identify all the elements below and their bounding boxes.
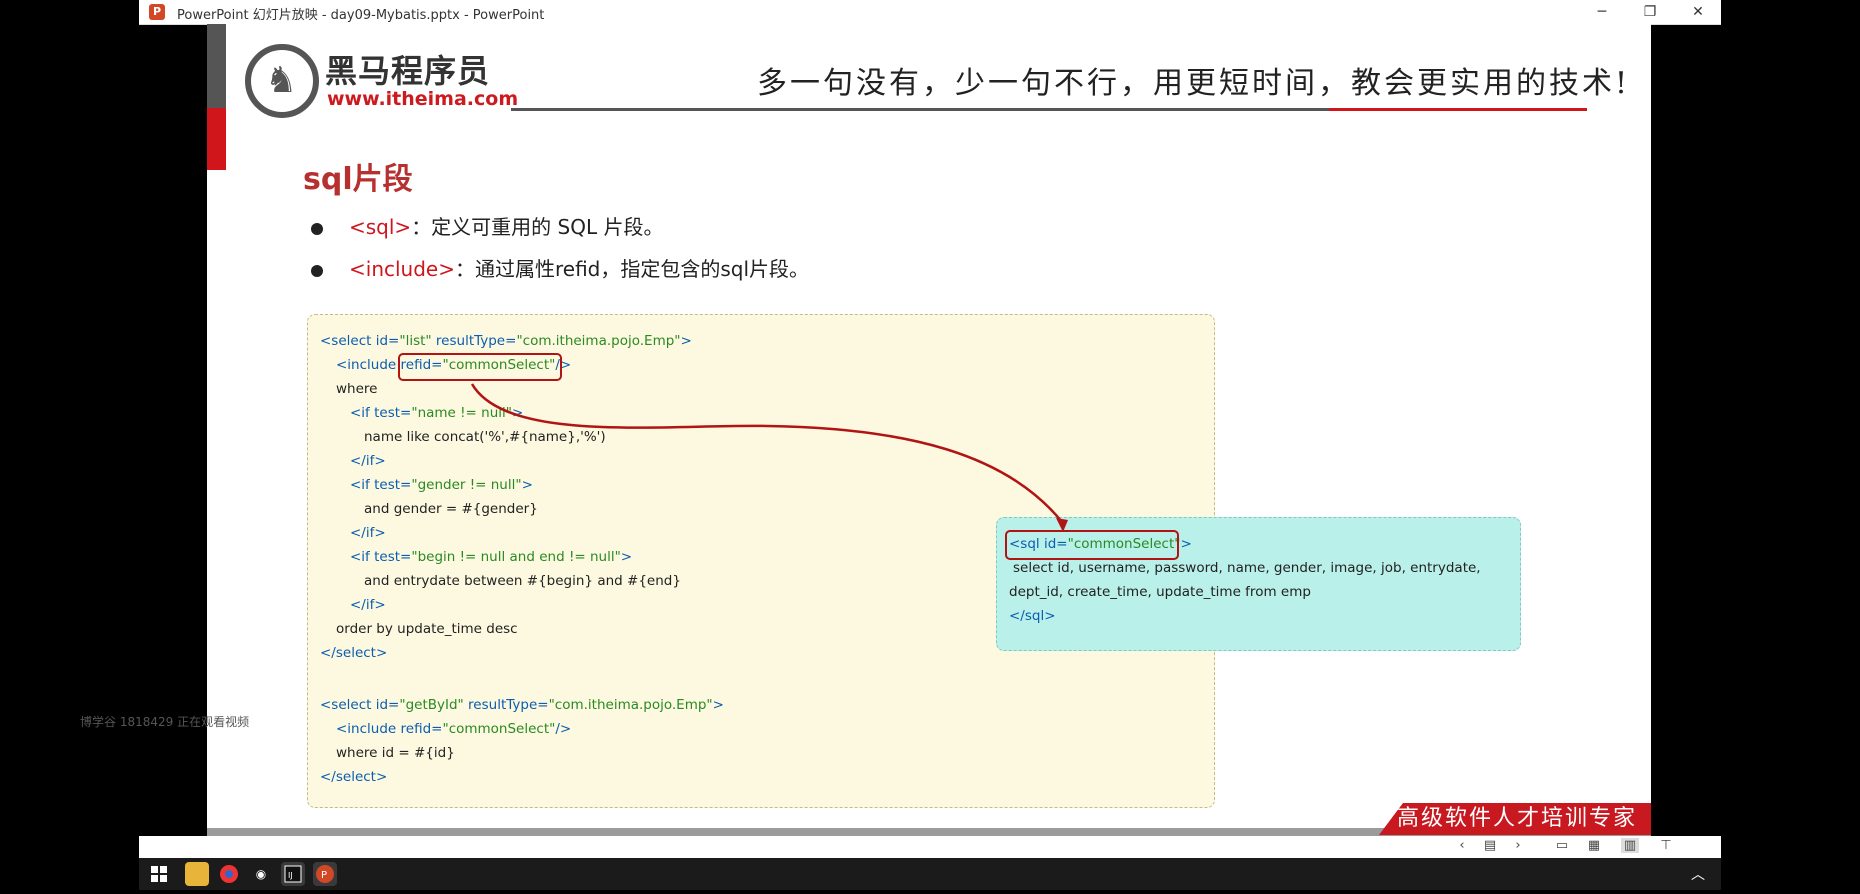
sql-fragment-block: <sql id="commonSelect"> select id, usern… xyxy=(996,517,1521,651)
left-band-red xyxy=(207,108,226,170)
code-line: <select id="getById" resultType="com.ith… xyxy=(320,697,724,713)
bullet-dot-icon xyxy=(311,222,323,235)
app-icon[interactable]: ◉ xyxy=(249,862,273,886)
next-icon[interactable]: › xyxy=(1509,838,1527,853)
close-button[interactable]: ✕ xyxy=(1675,0,1721,24)
left-band-dark xyxy=(207,24,226,108)
code-line: where xyxy=(336,381,378,397)
slideshow-icon[interactable]: ⊤ xyxy=(1657,838,1675,853)
code-line: <if test="name != null"> xyxy=(350,405,524,421)
windows-taskbar: ◉ IJ P ︿ xyxy=(139,858,1721,890)
code-line: <if test="gender != null"> xyxy=(350,477,533,493)
heima-logo-icon: ♞ xyxy=(245,44,319,118)
code-line: </if> xyxy=(350,525,386,541)
header-rule-accent xyxy=(1329,108,1587,111)
bullet-include: <include>：通过属性refid，指定包含的sql片段。 xyxy=(311,253,809,282)
code-line: </sql> xyxy=(1009,608,1056,624)
slide-list-icon[interactable]: ▤ xyxy=(1481,838,1499,853)
watermark-text: 博学谷 1818429 正在观看视频 xyxy=(80,715,250,729)
slide-sorter-icon[interactable]: ▦ xyxy=(1585,838,1603,853)
bullet-keyword: <include> xyxy=(349,257,455,281)
code-line: name like concat('%',#{name},'%') xyxy=(364,429,606,445)
code-line: and gender = #{gender} xyxy=(364,501,538,517)
code-line: </if> xyxy=(350,453,386,469)
bullet-text: ：定义可重用的 SQL 片段。 xyxy=(411,215,664,239)
sql-id-highlight xyxy=(1005,530,1179,560)
title-bar: P PowerPoint 幻灯片放映 - day09-Mybatis.pptx … xyxy=(139,0,1721,25)
code-line: select id, username, password, name, gen… xyxy=(1013,560,1481,576)
footer-banner: 高级软件人才培训专家 xyxy=(1379,803,1651,835)
maximize-button[interactable]: ❐ xyxy=(1627,0,1673,24)
code-line: </if> xyxy=(350,597,386,613)
normal-view-icon[interactable]: ▭ xyxy=(1553,838,1571,853)
svg-text:IJ: IJ xyxy=(288,871,293,880)
powerpoint-icon[interactable]: P xyxy=(313,862,337,886)
code-line: <select id="list" resultType="com.itheim… xyxy=(320,333,692,349)
chevron-up-icon[interactable]: ︿ xyxy=(1691,864,1705,884)
bullet-text: ：通过属性refid，指定包含的sql片段。 xyxy=(454,257,810,281)
code-line: <if test="begin != null and end != null"… xyxy=(350,549,633,565)
bullet-keyword: <sql> xyxy=(349,215,412,239)
code-line: where id = #{id} xyxy=(336,745,455,761)
intellij-icon[interactable]: IJ xyxy=(281,862,305,886)
code-line: order by update_time desc xyxy=(336,621,518,637)
slide-canvas[interactable]: ♞ 黑马程序员 www.itheima.com 多一句没有，少一句不行，用更短时… xyxy=(207,24,1651,836)
code-line: <include refid="commonSelect"/> xyxy=(336,721,572,737)
slideshow-status-bar: ‹ ▤ › ▭ ▦ ▥ ⊤ xyxy=(139,836,1721,858)
code-line: </select> xyxy=(320,769,388,785)
slide-title: sql片段 xyxy=(303,162,413,197)
powerpoint-app-icon: P xyxy=(149,4,165,20)
file-explorer-icon[interactable] xyxy=(185,862,209,886)
bullet-sql: <sql>：定义可重用的 SQL 片段。 xyxy=(311,211,663,240)
minimize-button[interactable]: ─ xyxy=(1579,0,1625,24)
powerpoint-window: P PowerPoint 幻灯片放映 - day09-Mybatis.pptx … xyxy=(80,0,1721,858)
start-icon[interactable] xyxy=(151,866,167,882)
prev-icon[interactable]: ‹ xyxy=(1453,838,1471,853)
slogan: 多一句没有，少一句不行，用更短时间，教会更实用的技术! xyxy=(757,66,1631,101)
include-refid-highlight xyxy=(398,353,562,381)
brand-url: www.itheima.com xyxy=(327,88,519,110)
code-line: and entrydate between #{begin} and #{end… xyxy=(364,573,681,589)
reading-view-icon[interactable]: ▥ xyxy=(1621,838,1639,853)
window-title: PowerPoint 幻灯片放映 - day09-Mybatis.pptx - … xyxy=(177,8,545,23)
bullet-dot-icon xyxy=(311,264,323,277)
brand-name: 黑马程序员 xyxy=(325,52,491,90)
chrome-icon[interactable] xyxy=(217,862,241,886)
svg-text:P: P xyxy=(321,870,327,881)
code-line: </select> xyxy=(320,645,388,661)
code-line: dept_id, create_time, update_time from e… xyxy=(1009,584,1311,600)
